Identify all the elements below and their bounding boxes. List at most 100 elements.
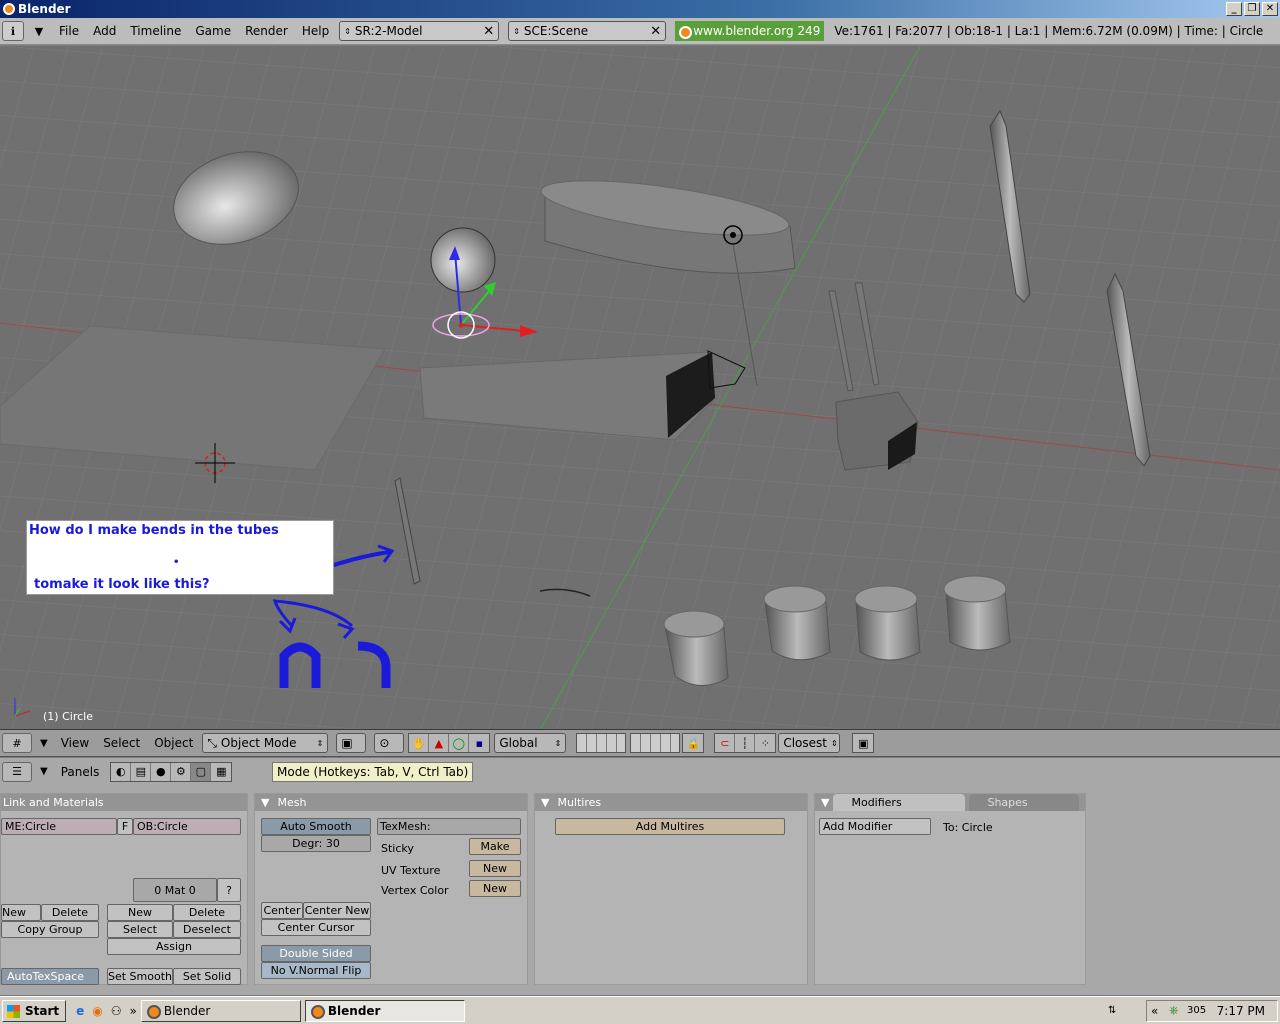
scale-icon[interactable]: ▪ (469, 734, 489, 752)
translate-icon[interactable]: ▲ (429, 734, 450, 752)
new-material-button[interactable]: New (107, 904, 173, 921)
panel-header[interactable]: ▼ Multires (535, 794, 807, 811)
delete-material-button[interactable]: Delete (173, 904, 241, 921)
menu-select[interactable]: Select (96, 736, 147, 750)
minimize-button[interactable]: _ (1226, 2, 1242, 16)
logic-context-icon[interactable]: ◐ (111, 762, 132, 781)
menu-object[interactable]: Object (147, 736, 200, 750)
texmesh-field[interactable]: TexMesh: (377, 818, 521, 835)
center-cursor-button[interactable]: Center Cursor (261, 919, 371, 936)
mesh-name-field[interactable]: ME:Circle (1, 818, 117, 835)
collapse-menu-icon[interactable]: ▼ (34, 766, 54, 777)
deselect-material-button[interactable]: Deselect (173, 921, 241, 938)
taskbar-item-blender-2[interactable]: Blender (304, 999, 465, 1022)
cylinder-object (763, 585, 831, 661)
shading-context-icon[interactable]: ● (151, 762, 172, 781)
object-context-icon[interactable]: ⚙ (171, 762, 192, 781)
make-sticky-button[interactable]: Make (469, 838, 521, 855)
assign-material-button[interactable]: Assign (107, 938, 241, 955)
layer-buttons-1[interactable] (576, 733, 627, 753)
new-uv-texture-button[interactable]: New (469, 860, 521, 877)
new-group-button[interactable]: New (1, 904, 41, 921)
rotate-icon[interactable]: ◯ (449, 734, 470, 752)
draw-type-selector[interactable]: ▣ (336, 733, 367, 753)
fake-user-button[interactable]: F (117, 818, 133, 835)
material-counter[interactable]: 0 Mat 0 (133, 878, 217, 902)
collapse-menu-icon[interactable]: ▼ (34, 738, 54, 749)
autotexspace-toggle[interactable]: AutoTexSpace (1, 968, 99, 985)
menu-timeline[interactable]: Timeline (123, 24, 188, 38)
menu-file[interactable]: File (52, 24, 86, 38)
start-button[interactable]: Start (2, 999, 67, 1022)
taskbar-item-blender-1[interactable]: Blender (140, 999, 301, 1022)
snap-mode-selector[interactable]: Closest ⇕ (778, 733, 841, 753)
tray-expand-icon[interactable]: « (1151, 1004, 1158, 1018)
camera-icon: ▣ (858, 736, 869, 750)
mode-tooltip: Mode (Hotkeys: Tab, V, Ctrl Tab) (272, 762, 474, 782)
menu-view[interactable]: View (54, 736, 96, 750)
restore-button[interactable]: ❐ (1244, 2, 1260, 16)
script-context-icon[interactable]: ▤ (131, 762, 152, 781)
orientation-selector[interactable]: Global ⇕ (494, 733, 567, 753)
layer-buttons-2[interactable] (630, 733, 681, 753)
delete-screen-icon[interactable]: ✕ (483, 24, 494, 39)
language-icon[interactable]: ⇅ (1108, 1005, 1116, 1016)
quicklaunch-icon[interactable]: ⚇ (111, 1004, 122, 1018)
modifier-target-label: To: Circle (943, 821, 993, 834)
screen-selector[interactable]: ⇕ SR:2-Model ✕ (339, 21, 500, 41)
panel-header[interactable]: ▼ Mesh (255, 794, 527, 811)
editing-context-icon[interactable]: ▢ (191, 762, 212, 781)
active-object-label: (1) Circle (43, 710, 93, 723)
add-multires-button[interactable]: Add Multires (555, 818, 785, 835)
center-new-button[interactable]: Center New (303, 902, 371, 919)
info-window-type-icon[interactable]: ℹ (2, 21, 24, 41)
add-modifier-button[interactable]: Add Modifier (819, 818, 931, 835)
blender-url-link[interactable]: www.blender.org 249 (675, 21, 825, 41)
hand-manipulator-icon[interactable]: ✋ (409, 734, 430, 752)
material-help-button[interactable]: ? (217, 878, 241, 902)
auto-smooth-toggle[interactable]: Auto Smooth (261, 818, 371, 835)
copy-group-button[interactable]: Copy Group (1, 921, 99, 938)
menu-add[interactable]: Add (86, 24, 123, 38)
object-name-field[interactable]: OB:Circle (133, 818, 241, 835)
magnet-icon[interactable]: ⊂ (715, 734, 736, 752)
tab-shapes[interactable]: Shapes (969, 794, 1080, 811)
tab-modifiers[interactable]: Modifiers (833, 794, 966, 811)
delete-scene-icon[interactable]: ✕ (650, 24, 661, 39)
panel-header[interactable]: Link and Materials (1, 794, 247, 811)
close-window-button[interactable]: ✕ (1262, 2, 1278, 16)
double-sided-toggle[interactable]: Double Sided (261, 945, 371, 962)
menu-render[interactable]: Render (238, 24, 295, 38)
pivot-selector[interactable]: ⊙ (374, 733, 405, 753)
snap-element-icon[interactable]: ┆ (735, 734, 756, 752)
no-vnormal-flip-toggle[interactable]: No V.Normal Flip (261, 962, 371, 979)
scene-selector[interactable]: ⇕ SCE:Scene ✕ (508, 21, 667, 41)
window-titlebar: Blender _ ❐ ✕ (0, 0, 1280, 18)
quicklaunch-more-icon[interactable]: » (130, 1004, 137, 1018)
buttons-window-type-icon[interactable]: ☰ (2, 761, 32, 782)
buttons-window: Link and Materials ME:Circle F OB:Circle… (0, 785, 1280, 995)
network-icon[interactable]: ⎈ (1169, 1003, 1179, 1018)
collapse-arrow-icon[interactable]: ▼ (821, 794, 829, 811)
center-button[interactable]: Center (261, 902, 303, 919)
ie-icon[interactable]: e (76, 1004, 84, 1018)
menu-help[interactable]: Help (295, 24, 336, 38)
panels-menu[interactable]: Panels (54, 765, 107, 779)
grid-window-type-icon[interactable]: # (2, 733, 32, 753)
snap-target-icon[interactable]: ⁘ (755, 734, 775, 752)
firefox-icon[interactable]: ◉ (92, 1004, 102, 1018)
scene-context-icon[interactable]: ▦ (211, 763, 231, 781)
info-header: ℹ ▼ File Add Timeline Game Render Help ⇕… (0, 18, 1280, 45)
new-vertex-color-button[interactable]: New (469, 880, 521, 897)
set-solid-button[interactable]: Set Solid (173, 968, 241, 985)
mode-selector[interactable]: ⤡ Object Mode ⇕ (202, 733, 329, 753)
collapse-menu-icon[interactable]: ▼ (28, 21, 50, 41)
render-preview-button[interactable]: ▣ (852, 733, 875, 753)
select-material-button[interactable]: Select (107, 921, 173, 938)
3d-viewport[interactable]: How do I make bends in the tubes • tomak… (0, 46, 1280, 730)
set-smooth-button[interactable]: Set Smooth (107, 968, 173, 985)
smooth-degree-slider[interactable]: Degr: 30 (261, 835, 371, 852)
delete-group-button[interactable]: Delete (41, 904, 99, 921)
lock-button[interactable]: 🔒 (682, 733, 705, 753)
menu-game[interactable]: Game (188, 24, 238, 38)
